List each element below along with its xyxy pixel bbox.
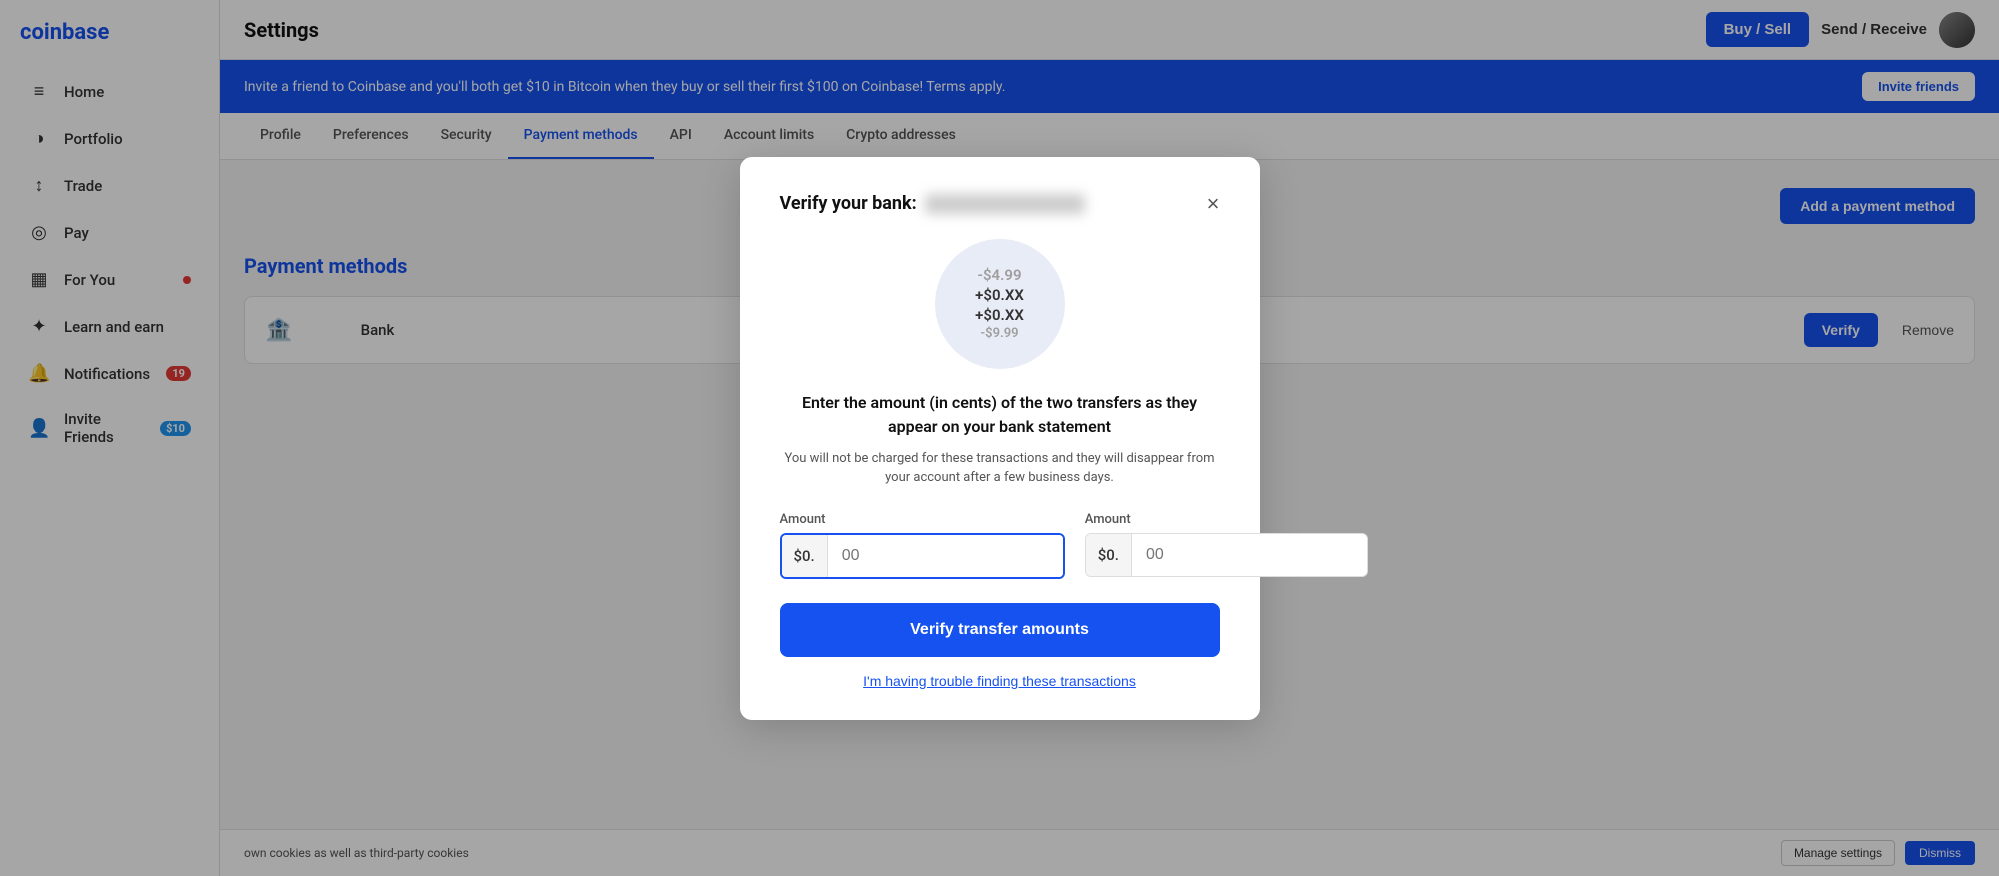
circle-amount-4: -$9.99	[980, 326, 1018, 341]
verify-transfer-amounts-button[interactable]: Verify transfer amounts	[780, 603, 1220, 657]
amounts-row: Amount $0. Amount $0.	[780, 512, 1220, 579]
amount1-prefix: $0.	[782, 535, 828, 577]
trouble-link[interactable]: I'm having trouble finding these transac…	[780, 673, 1220, 689]
amount1-input-wrapper: $0.	[780, 533, 1065, 579]
modal-title-prefix: Verify your bank:	[780, 193, 917, 214]
amount2-input[interactable]	[1132, 534, 1367, 576]
modal-note-text: You will not be charged for these transa…	[780, 449, 1220, 488]
modal-bank-name-blurred	[925, 194, 1085, 214]
modal-overlay: Verify your bank: × -$4.99 +$0.XX +$0.XX…	[0, 0, 1999, 876]
amount2-group: Amount $0.	[1085, 512, 1368, 579]
amount1-group: Amount $0.	[780, 512, 1065, 579]
modal-close-button[interactable]: ×	[1207, 193, 1220, 215]
amount2-label: Amount	[1085, 512, 1368, 527]
amount1-label: Amount	[780, 512, 1065, 527]
modal-title: Verify your bank:	[780, 193, 1085, 214]
amount2-prefix: $0.	[1086, 534, 1132, 576]
amount2-input-wrapper: $0.	[1085, 533, 1368, 577]
verify-bank-modal: Verify your bank: × -$4.99 +$0.XX +$0.XX…	[740, 157, 1260, 720]
circle-amount-1: -$4.99	[977, 266, 1021, 284]
app-container: coinbase ≡ Home ◑ Portfolio ↕ Trade ◎ Pa…	[0, 0, 1999, 876]
circle-amount-3: +$0.XX	[975, 306, 1024, 324]
circle-amount-2: +$0.XX	[975, 286, 1024, 304]
modal-circle-area: -$4.99 +$0.XX +$0.XX -$9.99	[780, 239, 1220, 369]
amount1-input[interactable]	[828, 535, 1063, 577]
modal-header: Verify your bank: ×	[780, 193, 1220, 215]
modal-instruction-text: Enter the amount (in cents) of the two t…	[780, 391, 1220, 439]
bank-verification-circle: -$4.99 +$0.XX +$0.XX -$9.99	[935, 239, 1065, 369]
